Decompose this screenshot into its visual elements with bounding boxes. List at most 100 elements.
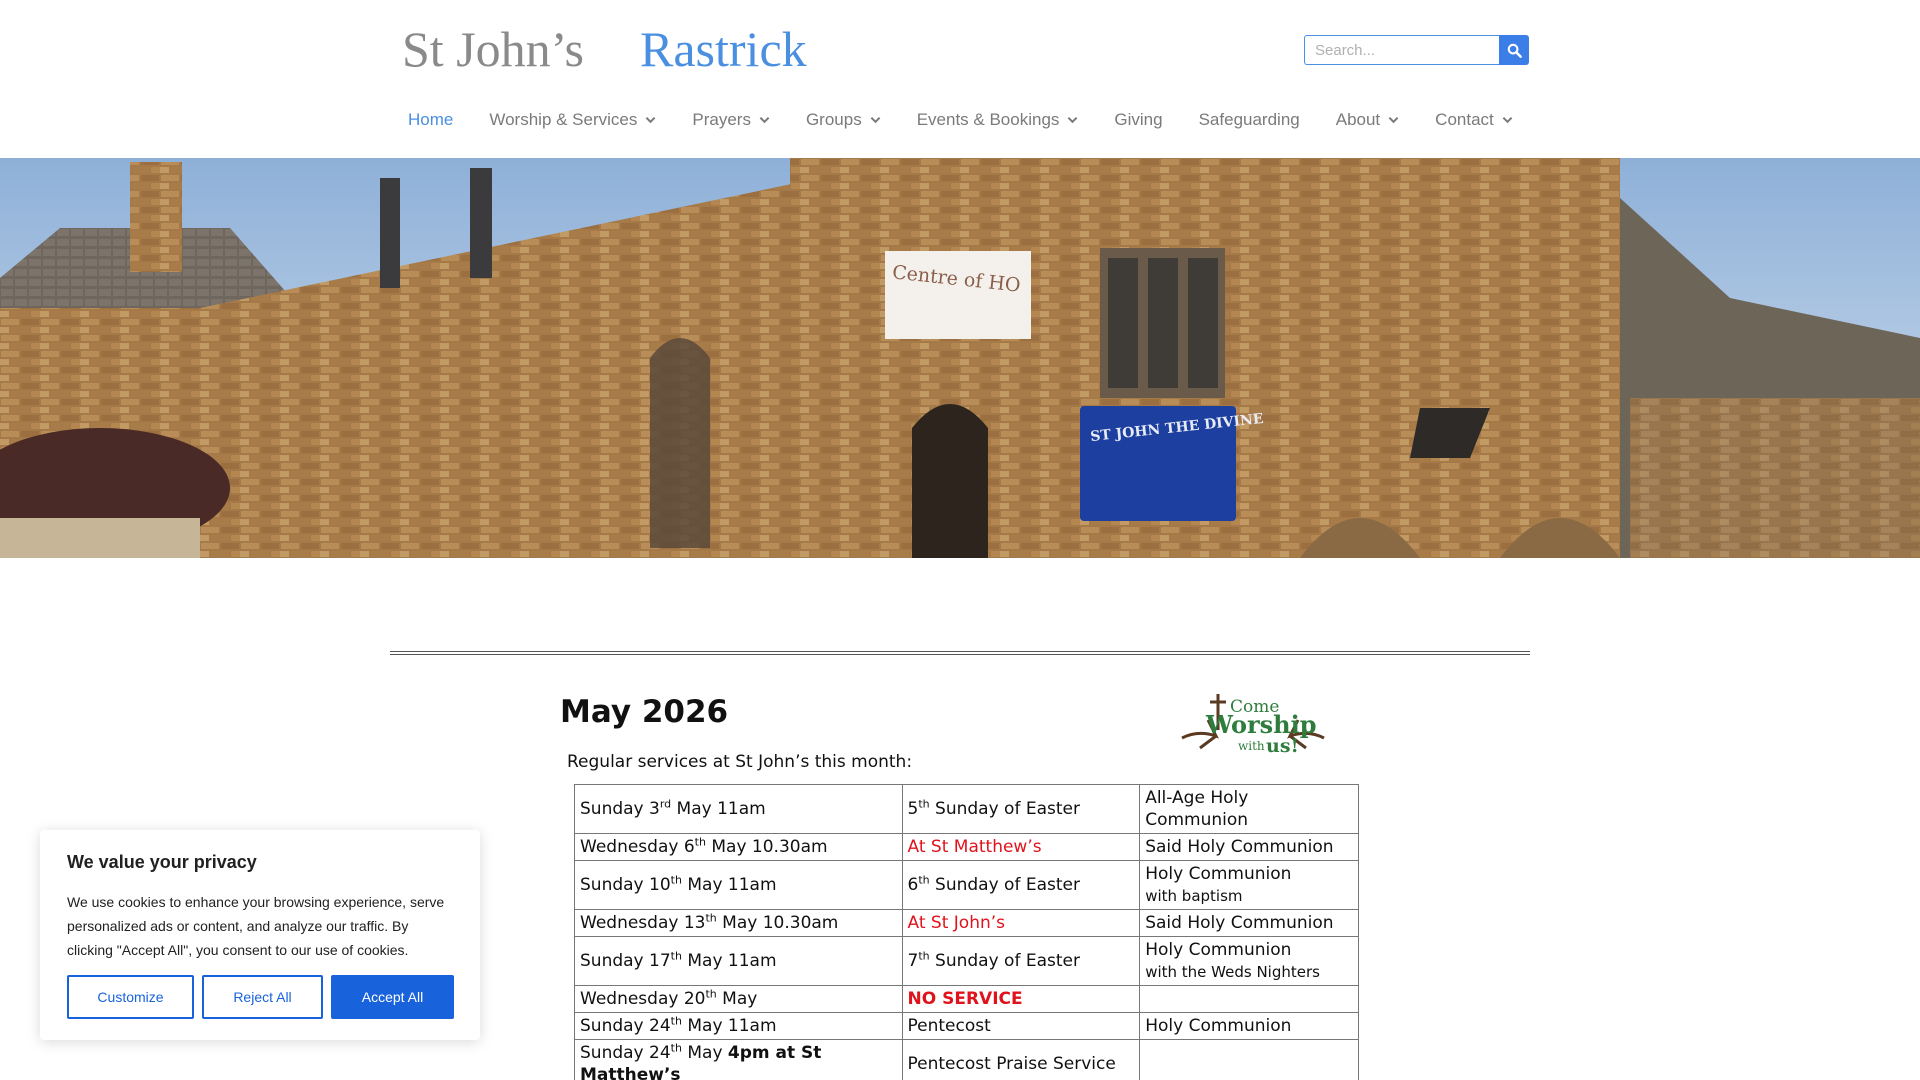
date-ordinal: th [670, 949, 682, 963]
chevron-down-icon[interactable] [1502, 116, 1513, 124]
service-text: Said Holy Communion [1145, 913, 1334, 933]
date-text-rest: May 11am [671, 799, 766, 819]
occasion-text: At St Matthew’s [907, 837, 1042, 857]
content-divider [390, 651, 1530, 655]
nav-item-events-and-bookings[interactable]: Events & Bookings [899, 110, 1097, 130]
nav-item-label: Worship & Services [489, 110, 638, 129]
service-text: with baptism [1145, 887, 1243, 905]
cookie-buttons: Customize Reject All Accept All [67, 975, 454, 1019]
date-text-rest: May 11am [681, 875, 777, 895]
table-row: Sunday 17th May 11am 7th Sunday of Easter… [574, 936, 1359, 986]
service-sheet-title: May 2026 [560, 694, 729, 730]
cell-date: Wednesday 13th May 10.30am [574, 909, 903, 937]
cell-service: Said Holy Communion [1139, 909, 1359, 937]
nav-item-worship-and-services[interactable]: Worship & Services [471, 110, 674, 130]
date-ordinal: th [670, 873, 682, 887]
table-row: Wednesday 13th May 10.30am At St John’s Sa… [574, 909, 1359, 937]
nav-item-groups[interactable]: Groups [788, 110, 899, 130]
nav-item-safeguarding[interactable]: Safeguarding [1181, 110, 1318, 130]
chevron-down-icon[interactable] [1388, 116, 1399, 124]
nav-item-label: Home [408, 110, 454, 129]
cell-occasion: NO SERVICE [901, 985, 1141, 1013]
nav-item-label: Events & Bookings [916, 110, 1060, 129]
table-row: Sunday 3rd May 11am 5th Sunday of Easter A… [574, 784, 1359, 834]
cookie-title: We value your privacy [67, 852, 257, 872]
site-title[interactable]: St John’s Rastrick [402, 18, 807, 80]
cell-date: Sunday 3rd May 11am [574, 784, 903, 834]
date-text-rest: May 11am [681, 951, 777, 971]
date-text-rest: May 10.30am [716, 913, 839, 933]
service-text: Holy Communion [1145, 940, 1292, 960]
nav-item-about[interactable]: About [1318, 110, 1417, 130]
occasion-text-rest: Sunday of Easter [929, 951, 1080, 971]
nav-item-prayers[interactable]: Prayers [674, 110, 788, 130]
main-nav: Home Worship & Services Prayers Groups Event… [390, 104, 1531, 136]
service-text: Holy Communion [1145, 1016, 1292, 1036]
date-text-rest: May 11am [681, 1016, 777, 1036]
table-row: Sunday 10th May 11am 6th Sunday of Easter… [574, 860, 1359, 910]
service-text: All-Age Holy Communion [1145, 788, 1249, 830]
occasion-text-rest: Sunday of Easter [929, 799, 1080, 819]
search-input[interactable] [1304, 35, 1499, 65]
cell-occasion: 7th Sunday of Easter [901, 936, 1141, 986]
date-ordinal: rd [659, 797, 672, 811]
cookie-description: We use cookies to enhance your browsing … [67, 894, 445, 958]
date-text: Wednesday 13 [580, 913, 706, 933]
chevron-down-icon[interactable] [645, 116, 656, 124]
cell-service: Said Holy Communion [1139, 833, 1359, 861]
chevron-down-icon[interactable] [870, 116, 881, 124]
site-title-st-johns: St John’s [402, 21, 585, 77]
date-text-rest: May 10.30am [705, 837, 828, 857]
occasion-text: 5 [907, 799, 919, 819]
table-row: Sunday 24th May 4pm at St Matthew’s Pente… [574, 1039, 1359, 1080]
cell-date: Wednesday 20th May [574, 985, 903, 1013]
cell-service [1139, 1039, 1359, 1080]
cell-service: All-Age Holy Communion [1139, 784, 1359, 834]
logo-text-worship: Worship [1205, 710, 1317, 739]
chevron-down-icon[interactable] [759, 116, 770, 124]
date-ordinal: th [670, 1014, 682, 1028]
date-text: Sunday 17 [580, 951, 671, 971]
search-button[interactable] [1499, 35, 1529, 65]
table-row: Wednesday 20th May NO SERVICE [574, 985, 1359, 1013]
services-table: Sunday 3rd May 11am 5th Sunday of Easter A… [574, 784, 1359, 1080]
cell-service: Holy Communion [1139, 1012, 1359, 1040]
cell-occasion: At St Matthew’s [901, 833, 1141, 861]
cell-occasion: Pentecost [901, 1012, 1141, 1040]
date-ordinal: th [705, 911, 717, 925]
cell-date: Sunday 24th May 4pm at St Matthew’s [574, 1039, 903, 1080]
cookie-accept-all-button[interactable]: Accept All [331, 975, 454, 1019]
date-ordinal: th [694, 835, 706, 849]
cell-occasion: 5th Sunday of Easter [901, 784, 1141, 834]
nav-item-giving[interactable]: Giving [1096, 110, 1180, 130]
table-row: Sunday 24th May 11am Pentecost Holy Commun… [574, 1012, 1359, 1040]
cookie-customize-button[interactable]: Customize [67, 975, 194, 1019]
cell-occasion: 6th Sunday of Easter [901, 860, 1141, 910]
cell-service [1139, 985, 1359, 1013]
nav-item-contact[interactable]: Contact [1417, 110, 1531, 130]
date-ordinal: th [705, 987, 717, 1001]
date-text: Sunday 24 [580, 1016, 671, 1036]
date-ordinal: th [670, 1041, 682, 1055]
occasion-text-rest: Sunday of Easter [929, 875, 1080, 895]
nav-item-home[interactable]: Home [390, 110, 471, 130]
cell-date: Wednesday 6th May 10.30am [574, 833, 903, 861]
date-text: Wednesday 6 [580, 837, 695, 857]
date-text: Sunday 24 [580, 1043, 671, 1063]
logo-text-with: with [1238, 739, 1265, 753]
service-text: Said Holy Communion [1145, 837, 1334, 857]
chevron-down-icon[interactable] [1067, 116, 1078, 124]
occasion-text: Pentecost Praise Service [907, 1054, 1116, 1074]
cookie-reject-all-button[interactable]: Reject All [202, 975, 323, 1019]
occasion-ordinal: th [918, 873, 930, 887]
hero-image-church: Centre of HO ST JOHN THE DIVINE [0, 158, 1920, 558]
occasion-text: At St John’s [907, 913, 1005, 933]
service-text: Holy Communion [1145, 864, 1292, 884]
cell-occasion: At St John’s [901, 909, 1141, 937]
service-text: with the Weds Nighters [1145, 963, 1320, 981]
nav-item-label: Contact [1435, 110, 1494, 129]
date-text: Sunday 10 [580, 875, 671, 895]
date-text: Sunday 3 [580, 799, 660, 819]
site-title-rastrick: Rastrick [640, 21, 807, 77]
cookie-consent-banner: We value your privacy We use cookies to … [40, 830, 480, 1040]
